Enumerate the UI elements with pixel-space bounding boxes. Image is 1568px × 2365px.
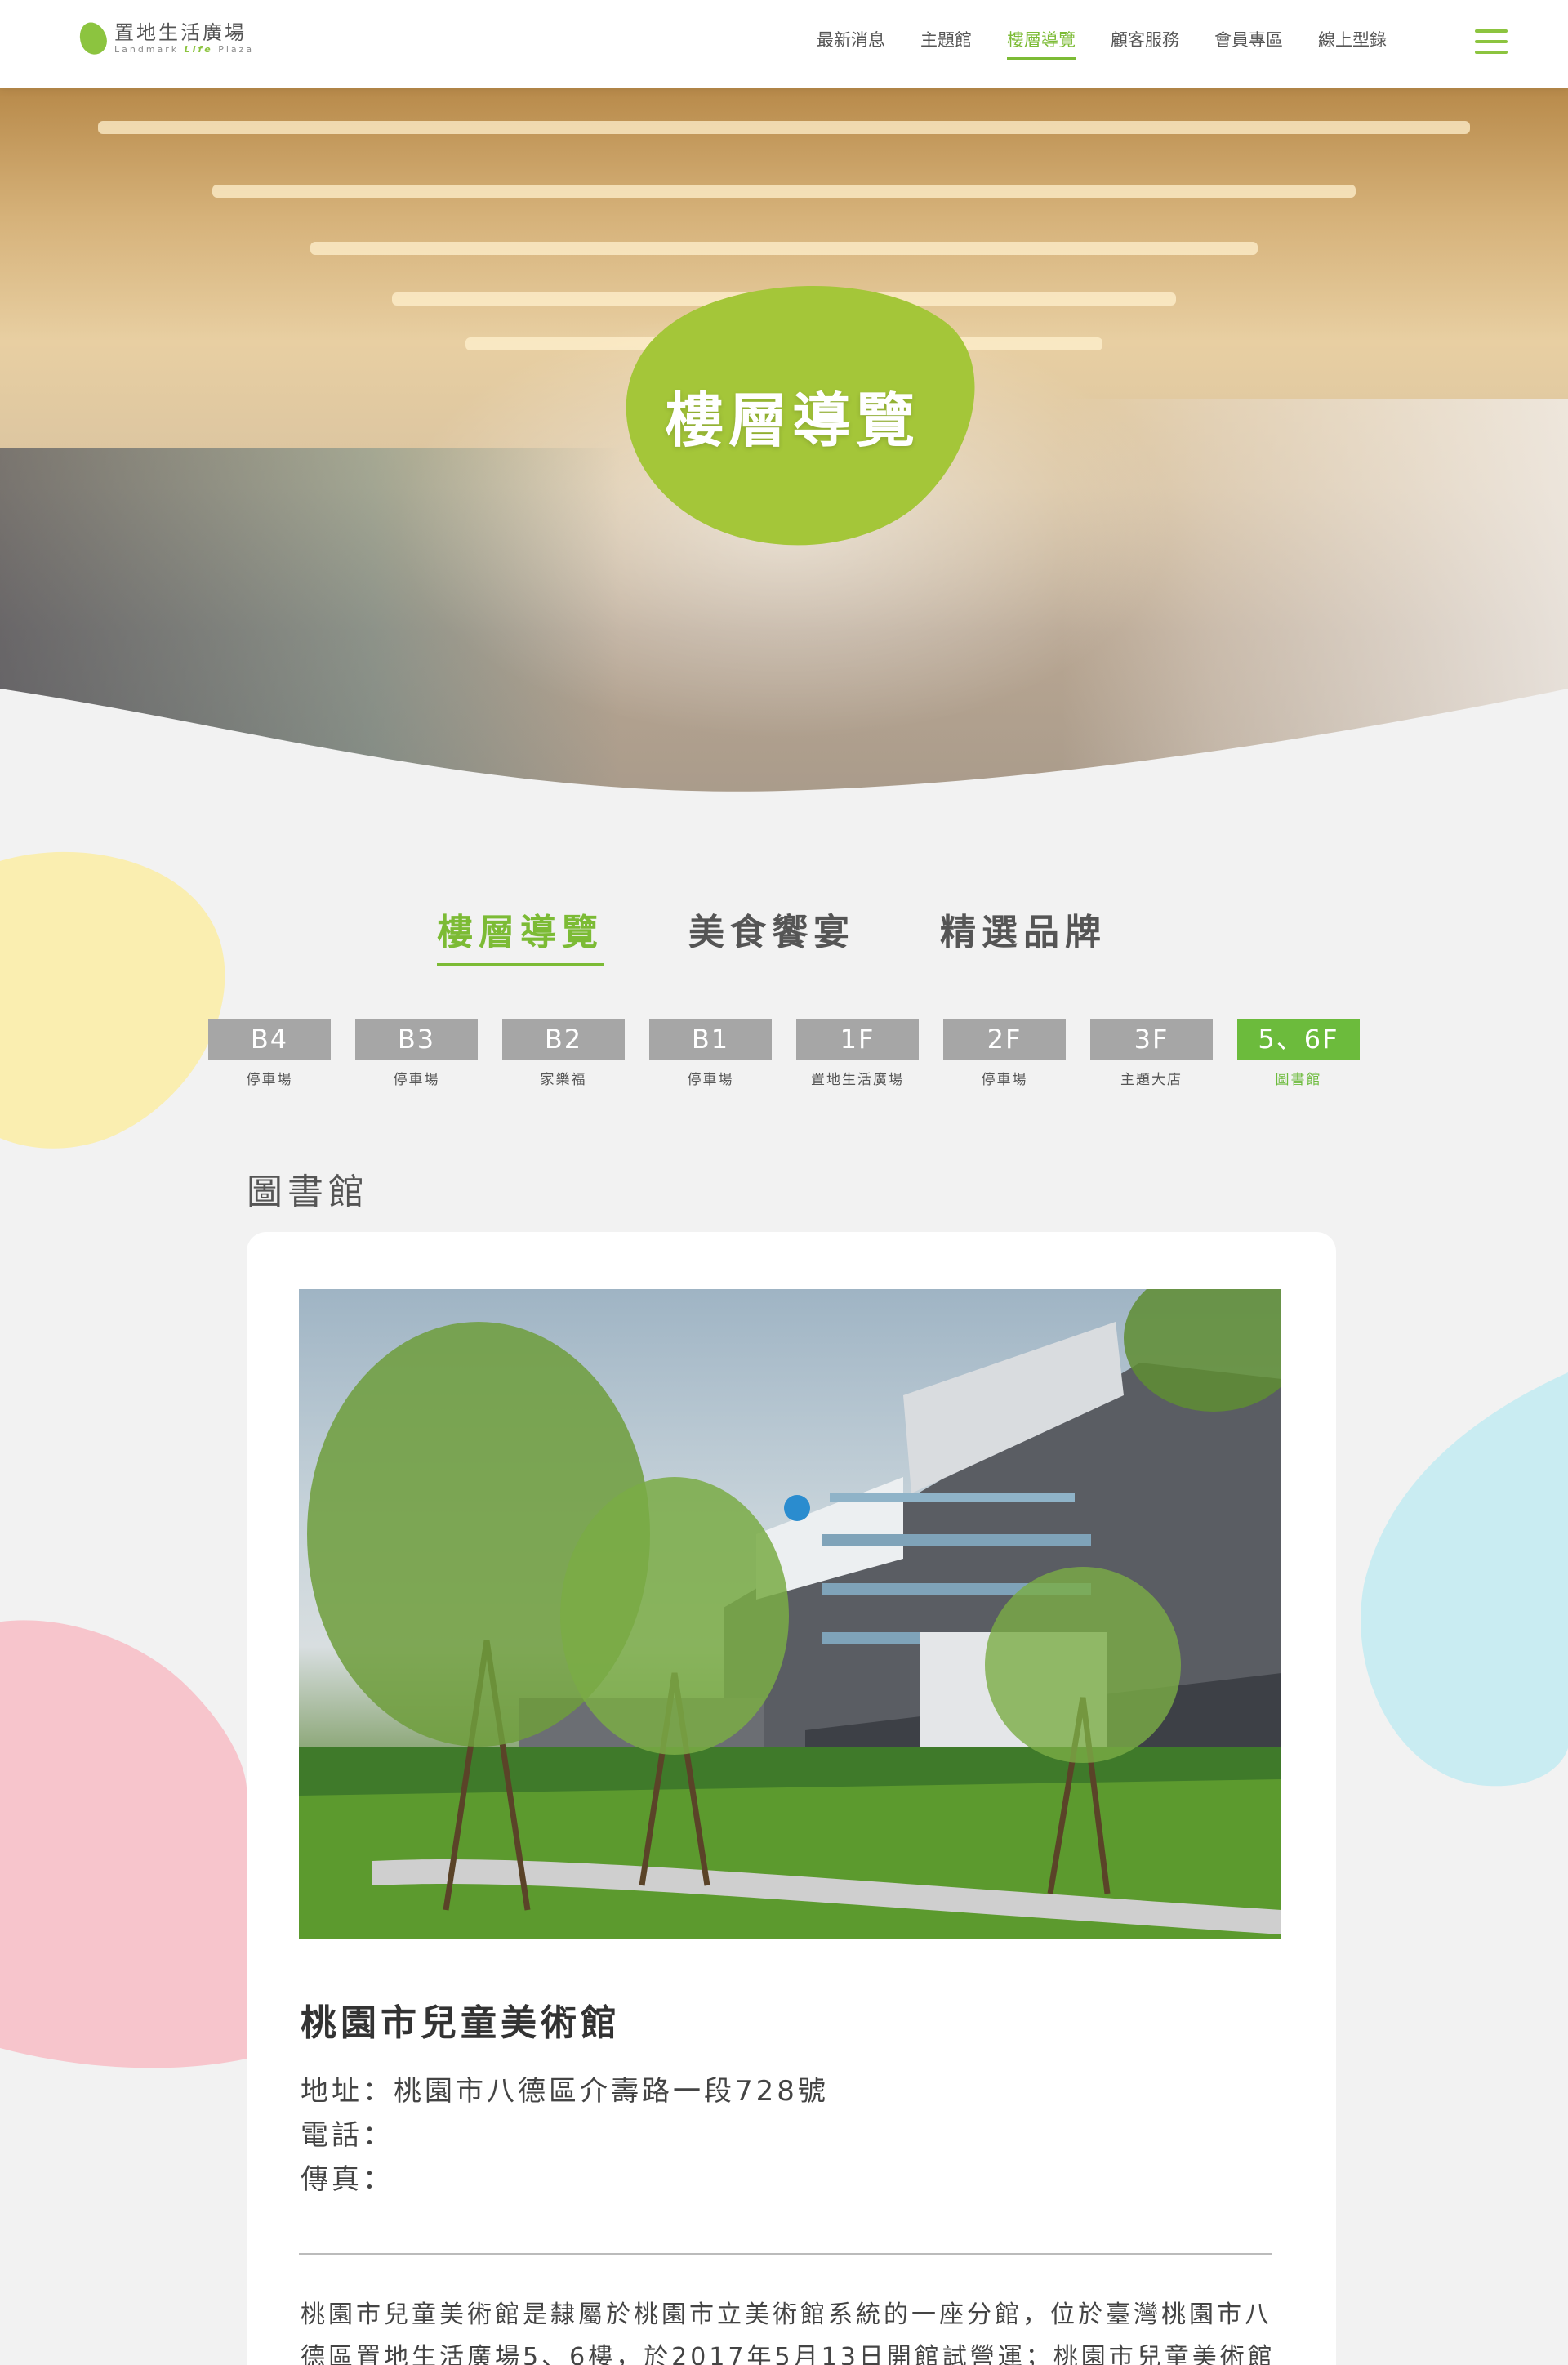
main-nav: 最新消息 主題館 樓層導覽 顧客服務 會員專區 線上型錄 [817, 28, 1422, 60]
venue-address: 地址：桃園市八德區介壽路一段728號 [301, 2075, 829, 2108]
floor-button-5-6f[interactable]: 5、6F 圖書館 [1237, 1019, 1360, 1088]
hero-banner: 樓層導覽 [0, 88, 1568, 813]
site-header: 置地生活廣場 Landmark Life Plaza 最新消息 主題館 樓層導覽… [0, 0, 1568, 88]
floor-label: B4 [208, 1019, 331, 1060]
floor-description: 置地生活廣場 [811, 1072, 904, 1088]
logo-tagline: Landmark Life Plaza [114, 44, 254, 56]
menu-icon-bar [1475, 51, 1508, 54]
floor-button-b2[interactable]: B2 家樂福 [502, 1019, 625, 1088]
category-tabs: 樓層導覽 美食饗宴 精選品牌 [437, 903, 1192, 966]
floor-label: 2F [943, 1019, 1066, 1060]
tab-floor-guide[interactable]: 樓層導覽 [437, 903, 604, 966]
floor-button-3f[interactable]: 3F 主題大店 [1090, 1019, 1213, 1088]
decorative-blob-blue [1361, 1372, 1568, 1787]
floor-label: 3F [1090, 1019, 1213, 1060]
venue-name: 桃園市兒童美術館 [301, 2002, 621, 2044]
hero-title: 樓層導覽 [664, 386, 920, 455]
leaf-logo-icon [75, 18, 111, 59]
venue-description: 桃園市兒童美術館是隸屬於桃園市立美術館系統的一座分館，位於臺灣桃園市八德區置地生… [301, 2300, 1276, 2365]
floor-button-b4[interactable]: B4 停車場 [208, 1019, 331, 1088]
nav-item-floor-guide[interactable]: 樓層導覽 [1007, 28, 1076, 60]
building-illustration [299, 1289, 1281, 1939]
decorative-blob-pink [0, 1620, 247, 2068]
section-title: 圖書館 [247, 1171, 369, 1213]
floor-description: 停車場 [981, 1072, 1028, 1088]
floor-label: B3 [355, 1019, 478, 1060]
floor-description: 主題大店 [1120, 1072, 1183, 1088]
floor-description: 家樂福 [540, 1072, 587, 1088]
logo-name: 置地生活廣場 [114, 21, 247, 44]
tab-dining[interactable]: 美食饗宴 [688, 903, 855, 966]
floor-description: 停車場 [246, 1072, 293, 1088]
logo-tagline-word: Plaza [218, 44, 255, 55]
venue-photo [299, 1289, 1281, 1939]
venue-card: 桃園市兒童美術館 地址：桃園市八德區介壽路一段728號 電話： 傳真： 桃園市兒… [247, 1232, 1336, 2365]
tab-brands[interactable]: 精選品牌 [940, 903, 1107, 966]
floor-label: 1F [796, 1019, 919, 1060]
floor-button-b3[interactable]: B3 停車場 [355, 1019, 478, 1088]
site-logo[interactable]: 置地生活廣場 Landmark Life Plaza [75, 18, 254, 59]
nav-item-themes[interactable]: 主題館 [920, 28, 972, 60]
floor-description: 停車場 [687, 1072, 734, 1088]
floor-description: 停車場 [393, 1072, 440, 1088]
venue-contact-info: 地址：桃園市八德區介壽路一段728號 電話： 傳真： [301, 2069, 829, 2202]
nav-item-customer-service[interactable]: 顧客服務 [1111, 28, 1179, 60]
menu-icon[interactable] [1475, 29, 1508, 54]
floor-button-1f[interactable]: 1F 置地生活廣場 [796, 1019, 919, 1088]
floor-description: 圖書館 [1275, 1072, 1322, 1088]
floor-label: B1 [649, 1019, 772, 1060]
logo-tagline-word: Life [184, 44, 213, 55]
logo-text: 置地生活廣場 Landmark Life Plaza [114, 21, 254, 56]
nav-item-members[interactable]: 會員專區 [1214, 28, 1283, 60]
floor-label: B2 [502, 1019, 625, 1060]
nav-item-news[interactable]: 最新消息 [817, 28, 885, 60]
floor-label: 5、6F [1237, 1019, 1360, 1060]
venue-fax: 傳真： [301, 2163, 394, 2196]
decorative-blob-yellow [0, 851, 225, 1149]
menu-icon-bar [1475, 29, 1508, 33]
floor-button-2f[interactable]: 2F 停車場 [943, 1019, 1066, 1088]
menu-icon-bar [1475, 40, 1508, 43]
nav-item-catalog[interactable]: 線上型錄 [1318, 28, 1387, 60]
logo-tagline-word: Landmark [114, 44, 180, 55]
venue-phone: 電話： [301, 2119, 394, 2152]
floor-button-b1[interactable]: B1 停車場 [649, 1019, 772, 1088]
divider [299, 2253, 1272, 2255]
